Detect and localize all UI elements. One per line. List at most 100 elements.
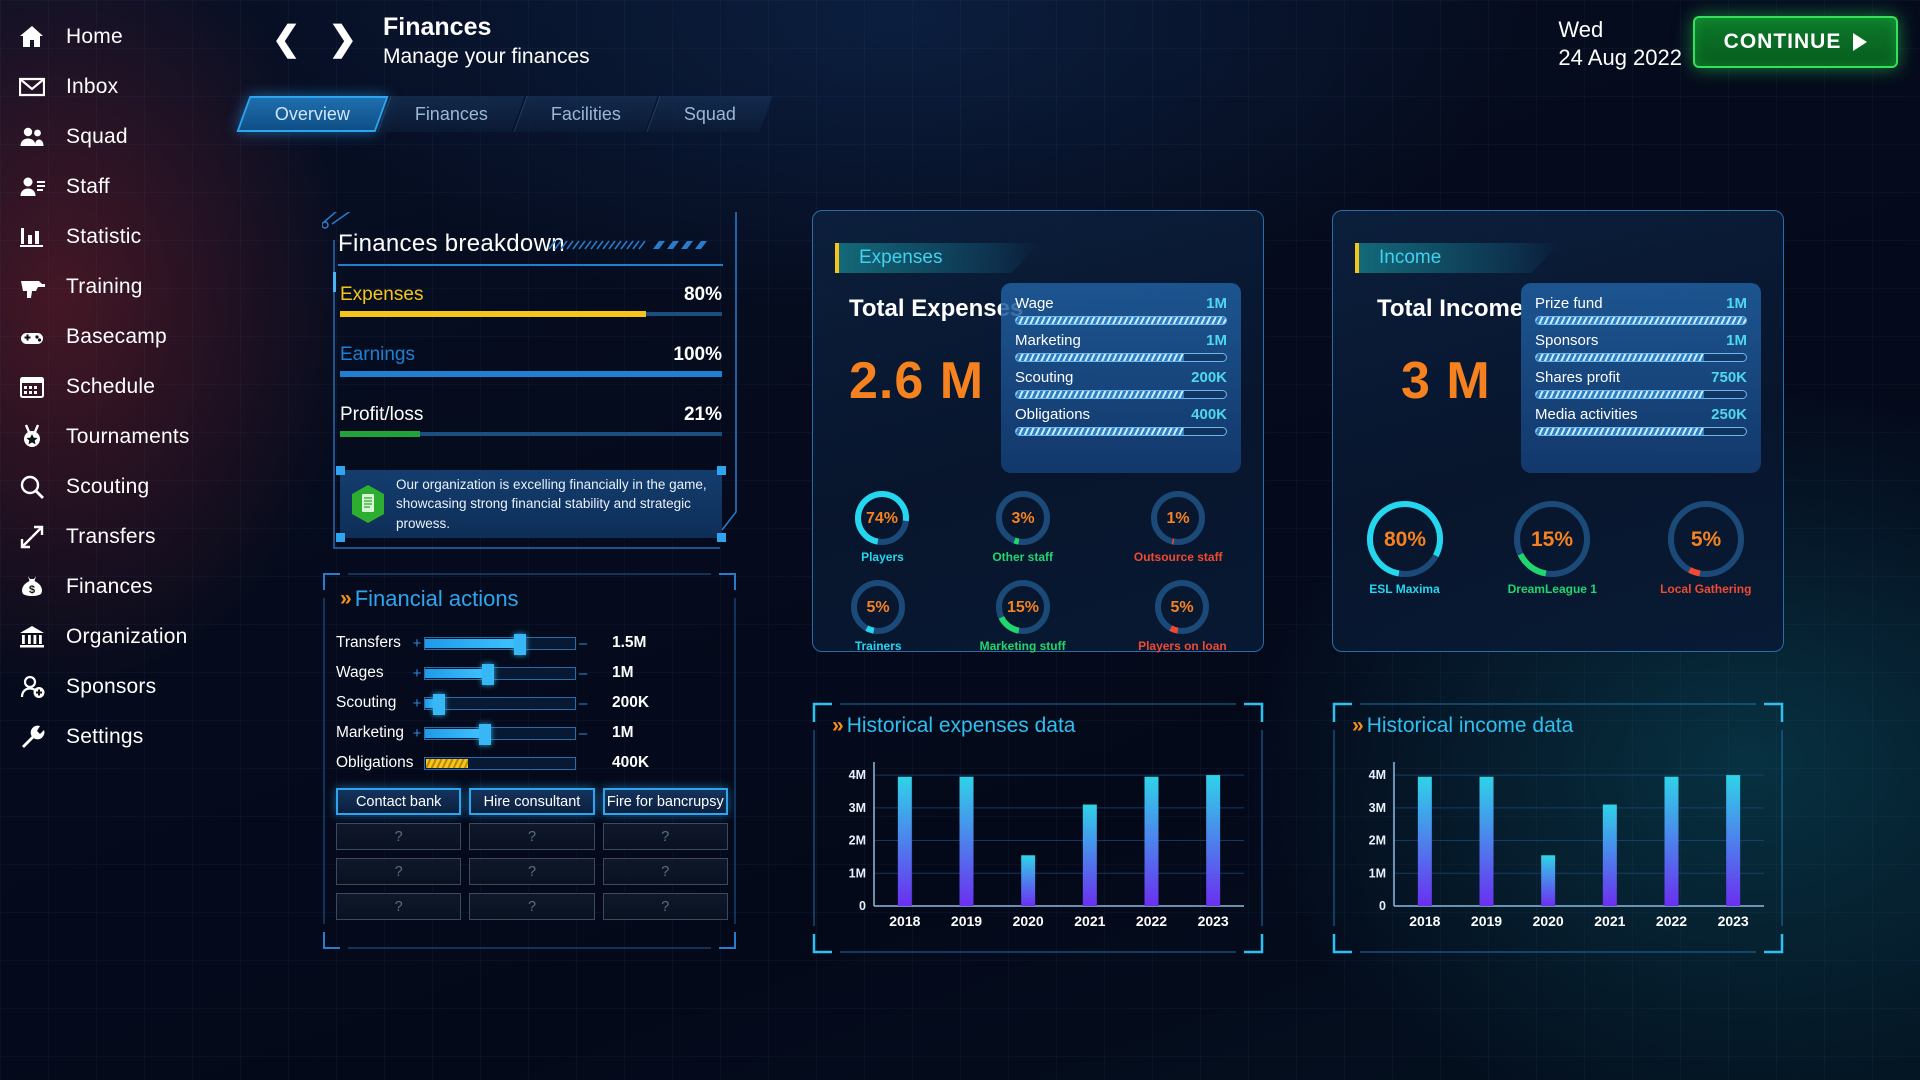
sidebar-item-scouting[interactable]: Scouting <box>0 462 260 512</box>
tab-squad[interactable]: Squad <box>647 96 773 132</box>
slider-obligations[interactable]: Obligations400K <box>336 748 726 778</box>
breakdown-track <box>1535 427 1747 436</box>
slider-amount: 1M <box>612 724 634 742</box>
tab-facilities[interactable]: Facilities <box>514 96 658 132</box>
slider-label: Obligations <box>336 754 410 772</box>
locked-action-button[interactable]: ? <box>603 893 728 920</box>
sidebar-item-schedule[interactable]: Schedule <box>0 362 260 412</box>
slider-amount: 1.5M <box>612 634 646 652</box>
chevron-right-icon[interactable]: ❯ <box>329 22 358 56</box>
bar <box>1480 777 1494 906</box>
obligations-fill <box>426 759 468 768</box>
sidebar-item-squad[interactable]: Squad <box>0 112 260 162</box>
sidebar-item-label: Organization <box>66 625 187 649</box>
slider-track[interactable] <box>424 697 576 710</box>
slider-increase-icon[interactable]: + <box>410 665 424 682</box>
sidebar-item-settings[interactable]: Settings <box>0 712 260 762</box>
sidebar-item-inbox[interactable]: Inbox <box>0 62 260 112</box>
locked-action-button[interactable]: ? <box>336 893 461 920</box>
metric-track <box>340 372 722 376</box>
breakdown-label: Marketing <box>1015 332 1081 349</box>
locked-action-button[interactable]: ? <box>469 823 594 850</box>
breakdown-label: Scouting <box>1015 369 1073 386</box>
locked-action-button[interactable]: ? <box>336 823 461 850</box>
slider-decrease-icon[interactable]: – <box>576 665 590 682</box>
sidebar-item-statistic[interactable]: Statistic <box>0 212 260 262</box>
chart-title-row: » Historical income data <box>1352 714 1573 738</box>
gauge-label: Trainers <box>855 639 902 653</box>
svg-text:15%: 15% <box>1007 599 1039 616</box>
slider-handle[interactable] <box>479 724 491 745</box>
svg-text:0: 0 <box>859 899 866 913</box>
tab-finances[interactable]: Finances <box>377 96 524 132</box>
bar <box>1206 775 1220 906</box>
sidebar-item-training[interactable]: Training <box>0 262 260 312</box>
continue-button[interactable]: CONTINUE <box>1693 16 1898 68</box>
metric-fill <box>340 431 420 437</box>
metric-value: 21% <box>684 404 722 426</box>
action-button-fire-for-bancrupsy[interactable]: Fire for bancrupsy <box>603 788 728 815</box>
metric-track <box>340 312 722 316</box>
sidebar-item-tournaments[interactable]: Tournaments <box>0 412 260 462</box>
slider-track[interactable] <box>424 727 576 740</box>
gauge-row: 74%Players3%Other staff1%Outsource staff <box>813 489 1263 564</box>
slider-track[interactable] <box>424 637 576 650</box>
locked-action-button[interactable]: ? <box>469 858 594 885</box>
slider-decrease-icon[interactable]: – <box>576 725 590 742</box>
slider-increase-icon[interactable]: + <box>410 725 424 742</box>
sidebar-item-basecamp[interactable]: Basecamp <box>0 312 260 362</box>
gauge-other-staff: 3%Other staff <box>992 489 1053 564</box>
gauge-label: ESL Maxima <box>1369 582 1439 596</box>
svg-text:5%: 5% <box>1691 528 1722 551</box>
slider-marketing[interactable]: Marketing+–1M <box>336 718 726 748</box>
slider-transfers[interactable]: Transfers+–1.5M <box>336 628 726 658</box>
chevron-left-icon[interactable]: ❮ <box>272 22 301 56</box>
locked-action-button[interactable]: ? <box>469 893 594 920</box>
svg-text:2020: 2020 <box>1533 913 1564 929</box>
slider-wages[interactable]: Wages+–1M <box>336 658 726 688</box>
breakdown-value: 250K <box>1711 406 1747 423</box>
slider-handle[interactable] <box>482 664 494 685</box>
tab-label: Finances <box>415 104 488 125</box>
breakdown-value: 1M <box>1726 295 1747 312</box>
svg-text:3M: 3M <box>1369 801 1386 815</box>
slider-decrease-icon[interactable]: – <box>576 635 590 652</box>
slider-handle[interactable] <box>433 694 445 715</box>
sidebar-item-transfers[interactable]: Transfers <box>0 512 260 562</box>
person-list-icon <box>18 173 46 201</box>
slider-increase-icon[interactable]: + <box>410 635 424 652</box>
gamepad-icon <box>18 323 46 351</box>
medal-icon <box>18 423 46 451</box>
slider-scouting[interactable]: Scouting+–200K <box>336 688 726 718</box>
income-ribbon-label: Income <box>1379 247 1441 269</box>
sidebar-item-home[interactable]: Home <box>0 12 260 62</box>
action-button-contact-bank[interactable]: Contact bank <box>336 788 461 815</box>
locked-action-button[interactable]: ? <box>603 823 728 850</box>
sidebar: HomeInboxSquad Staff StatisticTrainingBase… <box>0 0 260 1080</box>
locked-action-button[interactable]: ? <box>336 858 461 885</box>
sidebar-item-organization[interactable]: Organization <box>0 612 260 662</box>
action-button-hire-consultant[interactable]: Hire consultant <box>469 788 594 815</box>
metric-earnings: Earnings100% <box>340 344 722 376</box>
sidebar-item-sponsors[interactable]: Sponsors <box>0 662 260 712</box>
slider-increase-icon[interactable]: + <box>410 695 424 712</box>
double-chevron-right-icon: » <box>832 714 841 738</box>
income-card: Income Total Income 3 M Prize fund1MSpon… <box>1332 210 1784 652</box>
sidebar-item-finances[interactable]: $Finances <box>0 562 260 612</box>
gauge-local-gathering: 5%Local Gathering <box>1660 499 1751 596</box>
date-weekday: Wed <box>1558 16 1682 44</box>
slider-track[interactable] <box>424 667 576 680</box>
svg-text:2M: 2M <box>1369 834 1386 848</box>
svg-text:1M: 1M <box>1369 866 1386 880</box>
sidebar-item-staff[interactable]: Staff <box>0 162 260 212</box>
sidebar-item-label: Staff <box>66 175 110 199</box>
svg-text:$: $ <box>29 584 35 596</box>
slider-decrease-icon[interactable]: – <box>576 695 590 712</box>
slider-handle[interactable] <box>514 634 526 655</box>
svg-text:2019: 2019 <box>1471 913 1502 929</box>
title-underline <box>338 264 723 266</box>
gauge-label: Outsource staff <box>1134 550 1223 564</box>
breakdown-fill <box>1536 354 1704 361</box>
bar-chart-svg: 01M2M3M4M201820192020202120222023 <box>826 754 1250 940</box>
locked-action-button[interactable]: ? <box>603 858 728 885</box>
